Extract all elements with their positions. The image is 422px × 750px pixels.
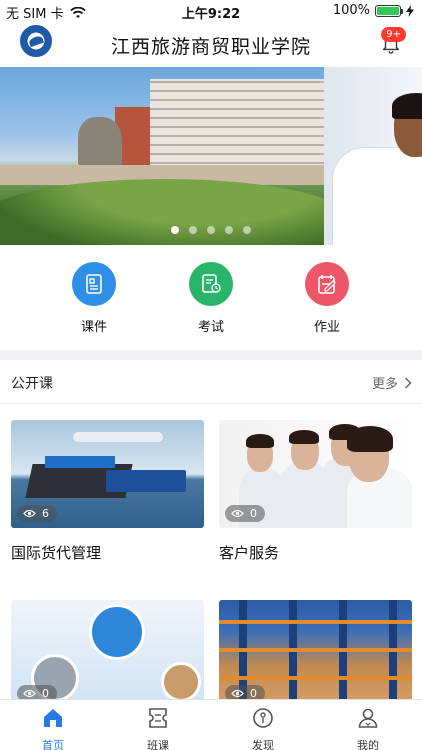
tab-label: 班课 [147,739,169,750]
course-card[interactable]: 0 [11,600,204,708]
carousel-dot[interactable] [207,226,215,234]
tab-discover[interactable]: 发现 [233,706,293,750]
course-thumbnail[interactable]: 0 [219,600,412,708]
banner-slide-campus[interactable] [0,67,324,245]
public-courses-header: 公开课 更多 [0,360,422,404]
more-link[interactable]: 更多 [372,373,412,392]
eye-icon [231,689,244,698]
app-header: 江西旅游商贸职业学院 9+ [0,22,422,66]
homework-label: 作业 [313,320,340,335]
course-thumbnail[interactable]: 6 [11,420,204,528]
more-label: 更多 [371,377,398,392]
course-card[interactable]: 0 客户服务 [219,420,412,563]
eye-icon [23,689,36,698]
homework-button[interactable]: 作业 [277,262,377,335]
charging-icon [406,4,414,17]
tab-label: 首页 [42,739,64,750]
tab-profile[interactable]: 我的 [338,706,398,750]
page-title: 江西旅游商贸职业学院 [110,36,311,58]
carousel-dot[interactable] [243,226,251,234]
carousel-dot[interactable] [225,226,233,234]
battery-icon [375,4,403,17]
view-count-value: 0 [250,507,257,520]
section-divider [0,350,422,360]
view-count-value: 6 [42,507,49,520]
tab-home[interactable]: 首页 [23,706,83,750]
carousel-indicator [0,226,422,234]
profile-icon [358,708,378,728]
courseware-button[interactable]: 课件 [44,262,144,335]
home-icon [44,709,62,727]
homework-icon [305,262,349,306]
banner-slide-person[interactable] [324,67,422,245]
carousel-dot[interactable] [189,226,197,234]
bottom-tab-bar: 首页 班课 发现 我的 [0,699,422,750]
app-screen: 无 SIM 卡 上午9:22 100% 江西旅游商贸职业学院 9+ 课件 考试 … [0,0,422,750]
exam-label: 考试 [197,320,224,335]
exam-icon [189,262,233,306]
chevron-right-icon [404,376,412,389]
quick-actions: 课件 考试 作业 [0,262,422,340]
notification-badge: 9+ [381,27,406,42]
class-icon [149,708,167,728]
course-card[interactable]: 0 [219,600,412,708]
tab-label: 发现 [252,739,274,750]
exam-button[interactable]: 考试 [161,262,261,335]
course-title[interactable]: 国际货代管理 [11,542,204,563]
tab-label: 我的 [357,739,379,750]
course-card[interactable]: 6 国际货代管理 [11,420,204,563]
view-count: 6 [17,505,57,522]
course-thumbnail[interactable]: 0 [11,600,204,708]
courseware-label: 课件 [80,320,107,335]
eye-icon [23,509,36,518]
status-bar: 无 SIM 卡 上午9:22 100% [0,0,422,22]
discover-icon [253,708,273,728]
banner-carousel[interactable] [0,67,422,245]
course-title[interactable]: 客户服务 [219,542,412,563]
eye-icon [231,509,244,518]
tab-class[interactable]: 班课 [128,706,188,750]
course-thumbnail[interactable]: 0 [219,420,412,528]
view-count: 0 [225,505,265,522]
battery-percent: 100% [332,3,370,18]
section-title: 公开课 [11,376,53,392]
courseware-icon [72,262,116,306]
carousel-dot[interactable] [171,226,179,234]
